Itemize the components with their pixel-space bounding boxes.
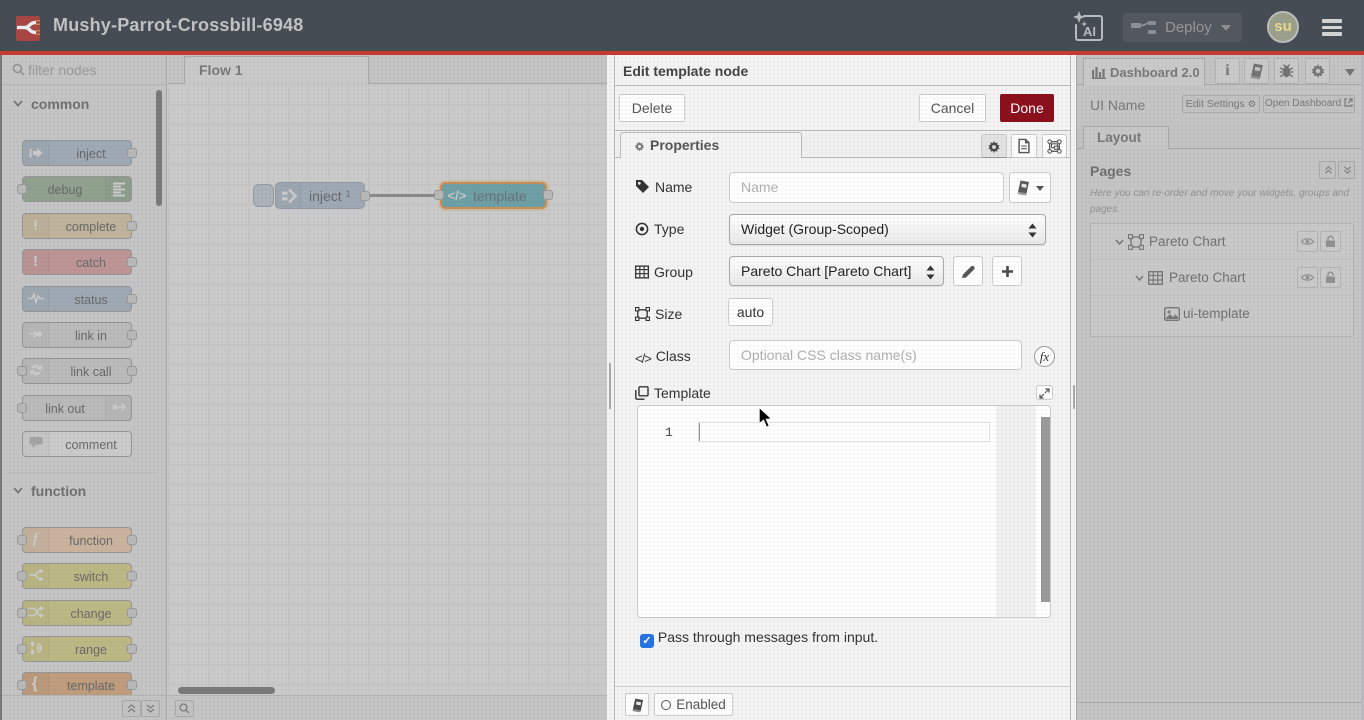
svg-text:AI: AI	[1083, 24, 1096, 39]
